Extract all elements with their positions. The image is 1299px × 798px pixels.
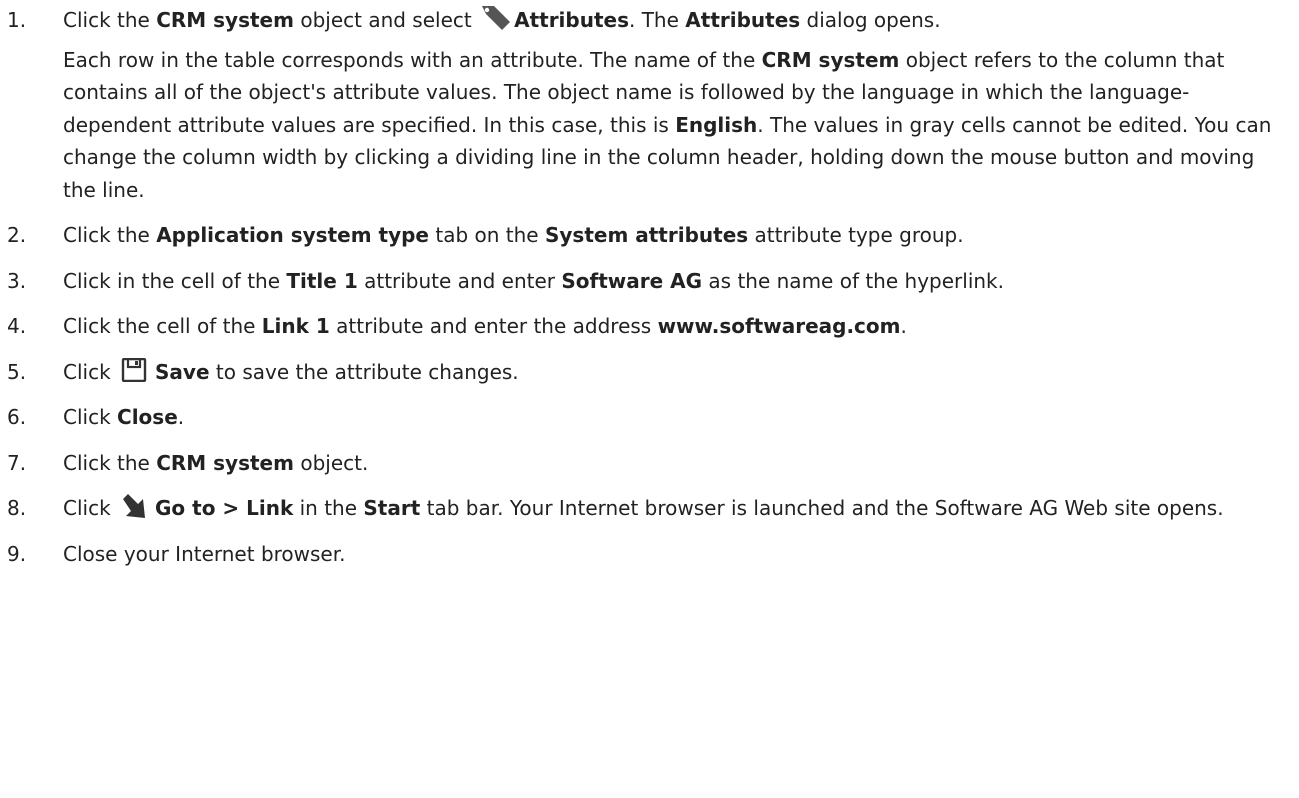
step-number: 8. [7, 496, 27, 520]
text: as the name of the hyperlink. [702, 268, 1004, 293]
step-4: 4. Click the cell of the Link 1 attribut… [0, 310, 1299, 343]
go-to-arrow-icon [121, 494, 149, 518]
step-number: 7. [7, 450, 27, 475]
text: dialog opens. [800, 8, 941, 32]
crm-system-label: CRM system [761, 47, 900, 72]
title-1-label: Title 1 [286, 268, 358, 293]
step-8-instruction: Click Go to > Link in the Start tab bar.… [63, 492, 1287, 525]
step-3: 3. Click in the cell of the Title 1 attr… [0, 265, 1299, 298]
text: Click the [63, 223, 157, 247]
step-number: 1. [7, 8, 27, 32]
close-label: Close [117, 405, 178, 429]
step-1-description: Each row in the table corresponds with a… [63, 44, 1287, 207]
step-7: 7. Click the CRM system object. [0, 447, 1299, 480]
crm-system-label: CRM system [156, 450, 294, 475]
text: attribute and enter the address [329, 314, 658, 338]
attributes-dialog-label: Attributes [685, 8, 801, 32]
english-label: English [675, 112, 758, 137]
step-number: 3. [7, 268, 27, 293]
text: to save the attribute changes. [209, 359, 519, 384]
text: Click in the cell of the [63, 268, 287, 293]
attributes-label: Attributes [514, 8, 629, 32]
step-1: 1. Click the CRM system object and selec… [0, 4, 1299, 206]
step-5: 5. Click Save to save the attribute chan… [0, 356, 1299, 389]
step-9-instruction: Close your Internet browser. [63, 538, 1287, 571]
text: object. [293, 450, 369, 475]
text: . The [629, 8, 686, 32]
step-1-instruction: Click the CRM system object and select A… [63, 4, 1287, 37]
step-number: 5. [7, 359, 27, 384]
software-ag-label: Software AG [561, 268, 703, 293]
crm-system-label: CRM system [156, 8, 294, 32]
step-number: 9. [7, 541, 27, 566]
link-1-label: Link 1 [261, 314, 330, 338]
step-7-instruction: Click the CRM system object. [63, 447, 1287, 480]
url-label: www.softwareag.com [657, 314, 901, 338]
save-label: Save [155, 359, 210, 384]
steps-list: 1. Click the CRM system object and selec… [0, 4, 1299, 570]
step-4-instruction: Click the cell of the Link 1 attribute a… [63, 310, 1287, 343]
step-2: 2. Click the Application system type tab… [0, 219, 1299, 252]
text: Click the cell of the [63, 314, 262, 338]
text: tab bar. Your Internet browser is launch… [420, 496, 1224, 520]
step-6: 6. Click Close. [0, 401, 1299, 434]
text: Click [63, 359, 118, 384]
step-number: 2. [7, 223, 27, 247]
text: . [177, 405, 185, 429]
step-9: 9. Close your Internet browser. [0, 538, 1299, 571]
system-attributes-label: System attributes [544, 223, 749, 247]
text: Click the [63, 450, 157, 475]
text: object and select [293, 8, 479, 32]
step-3-instruction: Click in the cell of the Title 1 attribu… [63, 265, 1287, 298]
instruction-document: 1. Click the CRM system object and selec… [0, 0, 1299, 570]
step-5-instruction: Click Save to save the attribute changes… [63, 356, 1287, 389]
text: Each row in the table corresponds with a… [63, 47, 762, 72]
step-8: 8. Click Go to > Link in the Start tab b… [0, 492, 1299, 525]
text: Click the [63, 8, 157, 32]
text: Click [63, 496, 118, 520]
go-to-link-label: Go to > Link [155, 496, 294, 520]
step-number: 4. [7, 314, 27, 338]
text: attribute and enter [357, 268, 562, 293]
text: Close your Internet browser. [63, 541, 346, 566]
save-icon [121, 357, 147, 382]
step-6-instruction: Click Close. [63, 401, 1287, 434]
text: attribute type group. [748, 223, 964, 247]
start-tab-label: Start [363, 496, 421, 520]
step-2-instruction: Click the Application system type tab on… [63, 219, 1287, 252]
text: in the [293, 496, 364, 520]
text: . [900, 314, 907, 338]
step-number: 6. [7, 405, 27, 429]
text: tab on the [429, 223, 545, 247]
text: Click [63, 405, 118, 429]
application-system-type-label: Application system type [156, 223, 429, 247]
tag-icon [478, 4, 514, 30]
